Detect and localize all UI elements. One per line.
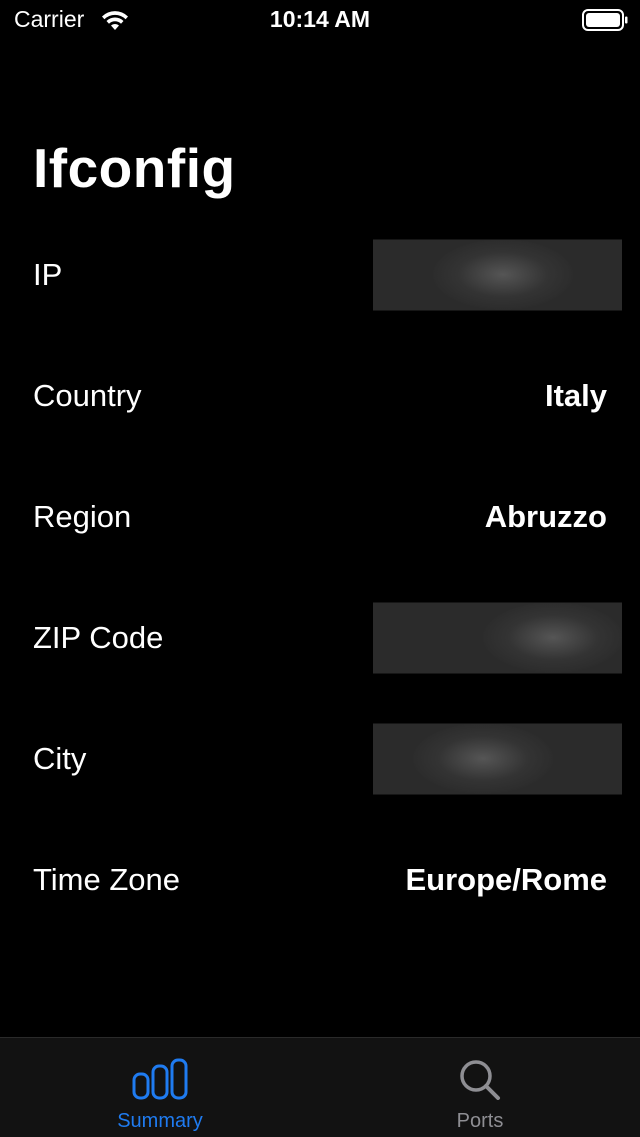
chart-bar-icon <box>132 1058 188 1105</box>
row-label: City <box>33 741 87 776</box>
row-label: Time Zone <box>33 862 181 897</box>
tab-label: Summary <box>117 1110 203 1132</box>
tab-summary[interactable]: Summary <box>0 1038 320 1137</box>
status-time: 10:14 AM <box>269 6 371 32</box>
redacted-value <box>373 723 622 795</box>
row-country: Country Italy <box>0 360 640 432</box>
row-label: IP <box>33 257 63 292</box>
row-value: Abruzzo <box>484 499 607 534</box>
row-label: ZIP Code <box>33 620 164 655</box>
search-icon <box>458 1058 502 1105</box>
battery-icon <box>582 8 628 32</box>
tab-bar: Summary Ports <box>0 1037 640 1137</box>
row-city: City <box>0 723 640 795</box>
redacted-value <box>373 239 622 311</box>
status-bar: Carrier 10:14 AM <box>0 0 640 40</box>
row-value: Italy <box>544 378 607 413</box>
row-ip: IP <box>0 239 640 311</box>
row-label: Country <box>33 378 142 413</box>
tab-label: Ports <box>456 1110 504 1132</box>
tab-ports[interactable]: Ports <box>320 1038 640 1137</box>
row-time-zone: Time Zone Europe/Rome <box>0 844 640 916</box>
redacted-value <box>373 602 622 674</box>
page-title: Ifconfig <box>33 137 236 199</box>
row-value: Europe/Rome <box>405 862 607 897</box>
row-zip-code: ZIP Code <box>0 602 640 674</box>
row-label: Region <box>33 499 132 534</box>
row-region: Region Abruzzo <box>0 481 640 553</box>
